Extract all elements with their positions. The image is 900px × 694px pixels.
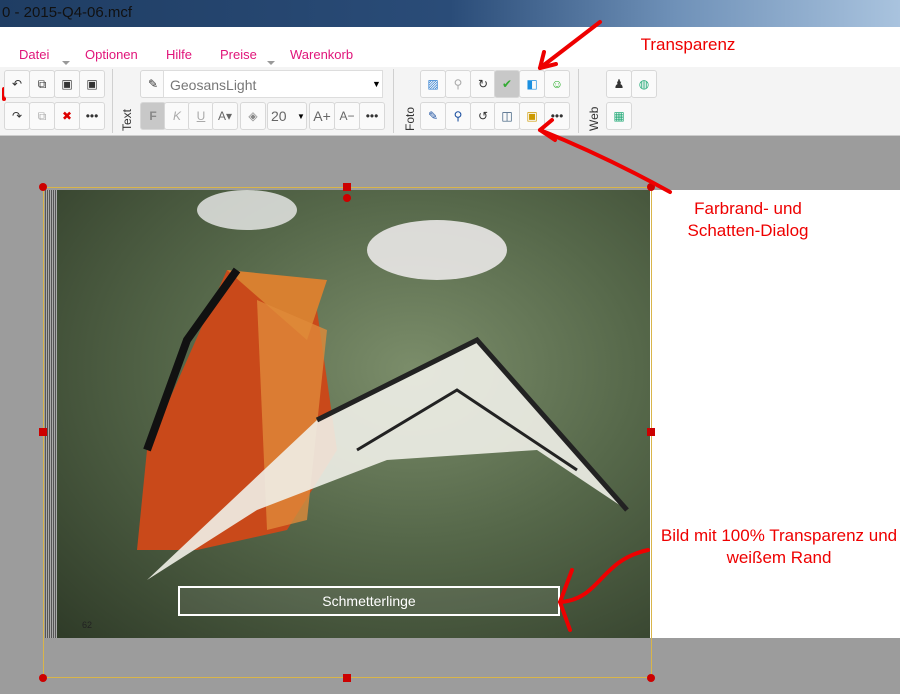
arrowhead <box>538 118 557 142</box>
arrow-transparency <box>538 20 602 70</box>
arrow-dialog <box>538 128 672 194</box>
arrow-image <box>558 548 650 604</box>
annotation-arrows <box>538 20 672 632</box>
